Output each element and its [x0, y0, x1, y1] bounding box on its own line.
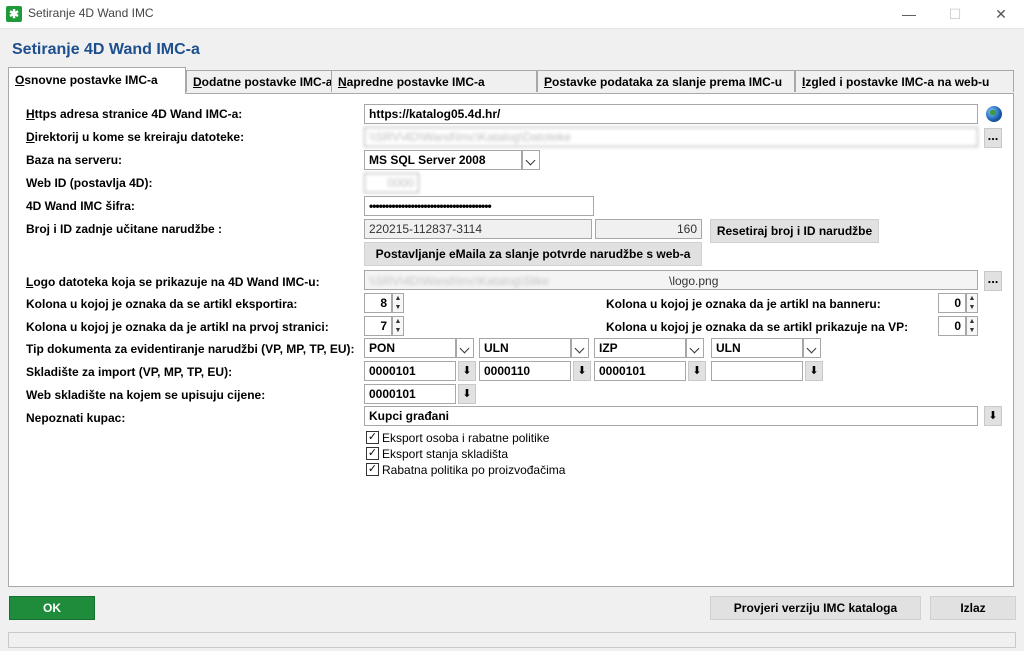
browse-dir-button[interactable]: ...: [984, 128, 1002, 148]
email-settings-button[interactable]: Postavljanje eMaila za slanje potvrde na…: [364, 242, 702, 266]
tab-izgled-postavke[interactable]: Izgled i postavke IMC-a na web-u: [795, 70, 1014, 92]
logo-label: Logo datoteka koja se prikazuje na 4D Wa…: [26, 275, 320, 289]
baza-label: Baza na serveru:: [26, 153, 123, 167]
webid-input[interactable]: 0000: [364, 173, 419, 193]
download-icon[interactable]: ⬇: [805, 361, 823, 381]
logo-input[interactable]: \\SRV\4D\Wand\Imc\Katalog\Slike \logo.pn…: [364, 270, 978, 290]
dir-label: Direktorij u kome se kreiraju datoteke:: [26, 130, 245, 144]
broj-input: 220215-112837-3114: [364, 219, 592, 239]
sklad-input-vp[interactable]: 0000101: [364, 361, 456, 381]
download-icon[interactable]: ⬇: [458, 361, 476, 381]
tip-select-vp[interactable]: PON: [364, 338, 456, 358]
sklad-input-mp[interactable]: 0000110: [479, 361, 571, 381]
sklad-input-eu[interactable]: [711, 361, 803, 381]
app-icon: ✱: [6, 6, 22, 22]
chevron-down-icon[interactable]: [803, 338, 821, 358]
kol-prva-label: Kolona u kojoj je oznaka da je artikl na…: [26, 320, 329, 334]
download-icon[interactable]: ⬇: [984, 406, 1002, 426]
download-icon[interactable]: ⬇: [573, 361, 591, 381]
webid-label: Web ID (postavlja 4D):: [26, 176, 153, 190]
kol-prva-stepper[interactable]: ▲ ▼: [392, 316, 404, 336]
minimize-icon[interactable]: —: [886, 0, 932, 28]
export-persons-checkbox[interactable]: ✓: [366, 431, 379, 444]
kol-export-label: Kolona u kojoj je oznaka da se artikl ek…: [26, 297, 298, 311]
chevron-down-icon[interactable]: [456, 338, 474, 358]
kol-export-stepper[interactable]: ▲ ▼: [392, 293, 404, 313]
close-icon[interactable]: ✕: [978, 0, 1024, 28]
chevron-down-icon[interactable]: [571, 338, 589, 358]
exit-button[interactable]: Izlaz: [930, 596, 1016, 620]
download-icon[interactable]: ⬇: [458, 384, 476, 404]
kol-export-input[interactable]: 8: [364, 293, 392, 313]
tip-select-eu[interactable]: ULN: [711, 338, 803, 358]
id-input: 160: [595, 219, 702, 239]
globe-icon[interactable]: [986, 106, 1002, 122]
tip-label: Tip dokumenta za evidentiranje narudžbi …: [26, 342, 355, 356]
tip-select-tp[interactable]: IZP: [594, 338, 686, 358]
chevron-down-icon[interactable]: [522, 150, 540, 170]
ok-button[interactable]: OK: [9, 596, 95, 620]
kupac-input[interactable]: Kupci građani: [364, 406, 978, 426]
kol-banner-input[interactable]: 0: [938, 293, 966, 313]
sifra-label: 4D Wand IMC šifra:: [26, 199, 135, 213]
export-persons-label: Eksport osoba i rabatne politike: [382, 431, 550, 445]
browse-logo-button[interactable]: ...: [984, 271, 1002, 291]
kol-vp-input[interactable]: 0: [938, 316, 966, 336]
reset-order-button[interactable]: Resetiraj broj i ID narudžbe: [710, 219, 879, 243]
https-label: Https adresa stranice 4D Wand IMC-a:: [26, 107, 243, 121]
kupac-label: Nepoznati kupac:: [26, 411, 126, 425]
sklad-label: Skladište za import (VP, MP, TP, EU):: [26, 365, 233, 379]
sklad-input-tp[interactable]: 0000101: [594, 361, 686, 381]
page-title: Setiranje 4D Wand IMC-a: [12, 41, 200, 58]
status-bar: [8, 632, 1016, 648]
kol-banner-stepper[interactable]: ▲ ▼: [966, 293, 978, 313]
websklad-label: Web skladište na kojem se upisuju cijene…: [26, 388, 266, 402]
broj-label: Broj i ID zadnje učitane narudžbe :: [26, 222, 223, 236]
tab-postavke-podataka[interactable]: Postavke podataka za slanje prema IMC-u: [537, 70, 795, 92]
websklad-input[interactable]: 0000101: [364, 384, 456, 404]
dir-input[interactable]: \\SRV\4D\Wand\Imc\Katalog\Datoteke: [364, 127, 978, 147]
kol-vp-label: Kolona u kojoj je oznaka da se artikl pr…: [606, 320, 909, 334]
maximize-icon[interactable]: ☐: [932, 0, 978, 28]
https-input[interactable]: https://katalog05.4d.hr/: [364, 104, 978, 124]
export-stock-checkbox[interactable]: ✓: [366, 447, 379, 460]
kol-prva-input[interactable]: 7: [364, 316, 392, 336]
baza-select[interactable]: MS SQL Server 2008: [364, 150, 522, 170]
tab-osnovne-postavke[interactable]: Osnovne postavke IMC-a: [8, 67, 186, 94]
kol-banner-label: Kolona u kojoj je oznaka da je artikl na…: [606, 297, 881, 311]
title-bar: ✱ Setiranje 4D Wand IMC — ☐ ✕: [0, 0, 1024, 29]
export-stock-label: Eksport stanja skladišta: [382, 447, 509, 461]
check-version-button[interactable]: Provjeri verziju IMC kataloga: [710, 596, 921, 620]
rabat-manufacturer-label: Rabatna politika po proizvođačima: [382, 463, 566, 477]
download-icon[interactable]: ⬇: [688, 361, 706, 381]
tip-select-mp[interactable]: ULN: [479, 338, 571, 358]
sifra-input[interactable]: ••••••••••••••••••••••••••••••••••••••: [364, 196, 594, 216]
chevron-down-icon[interactable]: [686, 338, 704, 358]
kol-vp-stepper[interactable]: ▲ ▼: [966, 316, 978, 336]
tab-napredne-postavke[interactable]: Napredne postavke IMC-a: [331, 70, 537, 92]
window-title: Setiranje 4D Wand IMC: [28, 6, 154, 20]
rabat-manufacturer-checkbox[interactable]: ✓: [366, 463, 379, 476]
